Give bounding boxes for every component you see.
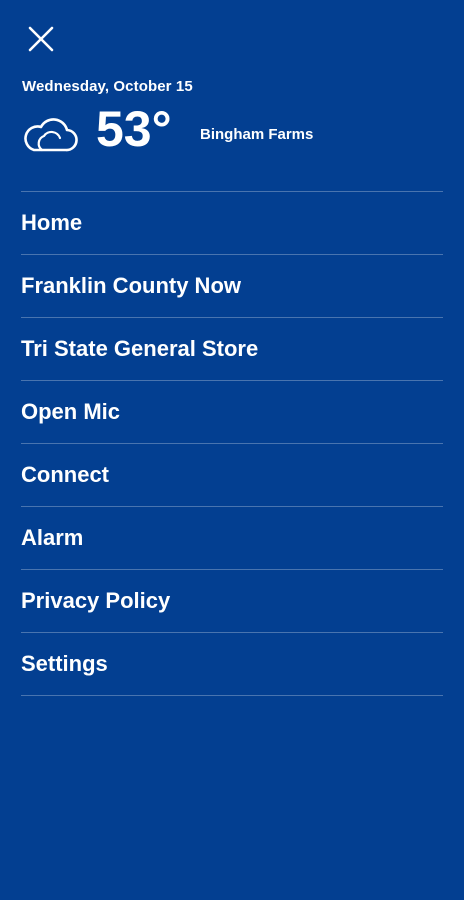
menu-item-franklin-county-now[interactable]: Franklin County Now xyxy=(21,255,443,318)
menu-item-alarm[interactable]: Alarm xyxy=(21,507,443,570)
temperature: 53° xyxy=(96,101,172,157)
close-button[interactable] xyxy=(24,22,58,56)
side-menu: Home Franklin County Now Tri State Gener… xyxy=(21,191,443,696)
menu-item-privacy-policy[interactable]: Privacy Policy xyxy=(21,570,443,633)
menu-item-label: Franklin County Now xyxy=(21,273,241,298)
weather-date: Wednesday, October 15 xyxy=(22,78,193,95)
menu-item-tri-state-general-store[interactable]: Tri State General Store xyxy=(21,318,443,381)
menu-item-connect[interactable]: Connect xyxy=(21,444,443,507)
location-label: Bingham Farms xyxy=(200,126,314,143)
menu-item-label: Tri State General Store xyxy=(21,336,259,361)
menu-item-label: Alarm xyxy=(21,525,84,550)
weather-widget: 53° Bingham Farms xyxy=(20,104,440,164)
menu-item-settings[interactable]: Settings xyxy=(21,633,443,696)
menu-item-label: Settings xyxy=(21,651,108,676)
menu-item-label: Privacy Policy xyxy=(21,588,171,613)
menu-item-label: Home xyxy=(21,210,83,235)
menu-item-label: Open Mic xyxy=(21,399,121,424)
close-icon xyxy=(28,26,54,52)
menu-item-label: Connect xyxy=(21,462,109,487)
menu-item-home[interactable]: Home xyxy=(21,192,443,255)
menu-item-open-mic[interactable]: Open Mic xyxy=(21,381,443,444)
cloud-icon xyxy=(24,118,78,152)
